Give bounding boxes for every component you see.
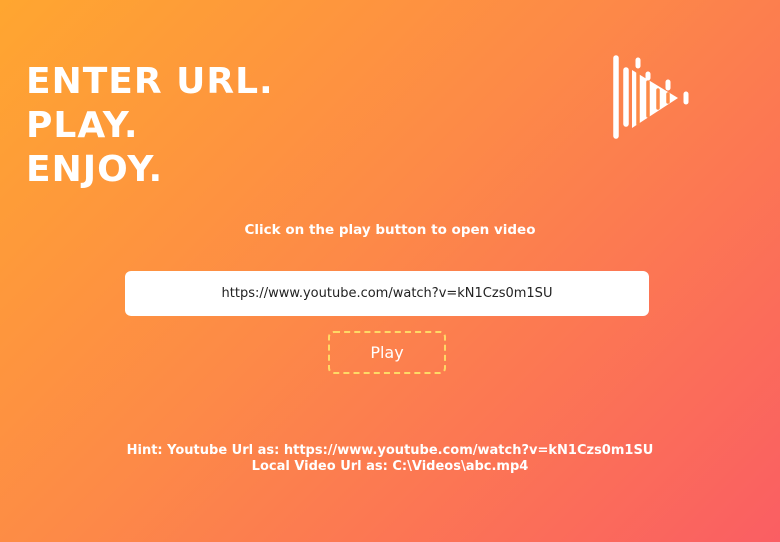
hint-youtube-url: Hint: Youtube Url as: https://www.youtub… xyxy=(126,443,654,458)
headline-line-2: PLAY. xyxy=(26,105,139,146)
hint-local-url: Local Video Url as: C:\Videos\abc.mp4 xyxy=(251,459,529,474)
headline: ENTER URL. PLAY. ENJOY. xyxy=(26,60,274,192)
audio-play-logo-icon xyxy=(613,55,689,139)
headline-line-3: ENJOY. xyxy=(26,149,164,190)
instruction-text: Click on the play button to open video xyxy=(244,222,536,238)
play-button[interactable]: Play xyxy=(328,331,446,374)
hint-text: Hint: Youtube Url as: https://www.youtub… xyxy=(0,443,780,475)
video-url-input[interactable] xyxy=(125,271,649,316)
headline-line-1: ENTER URL. xyxy=(26,61,274,102)
